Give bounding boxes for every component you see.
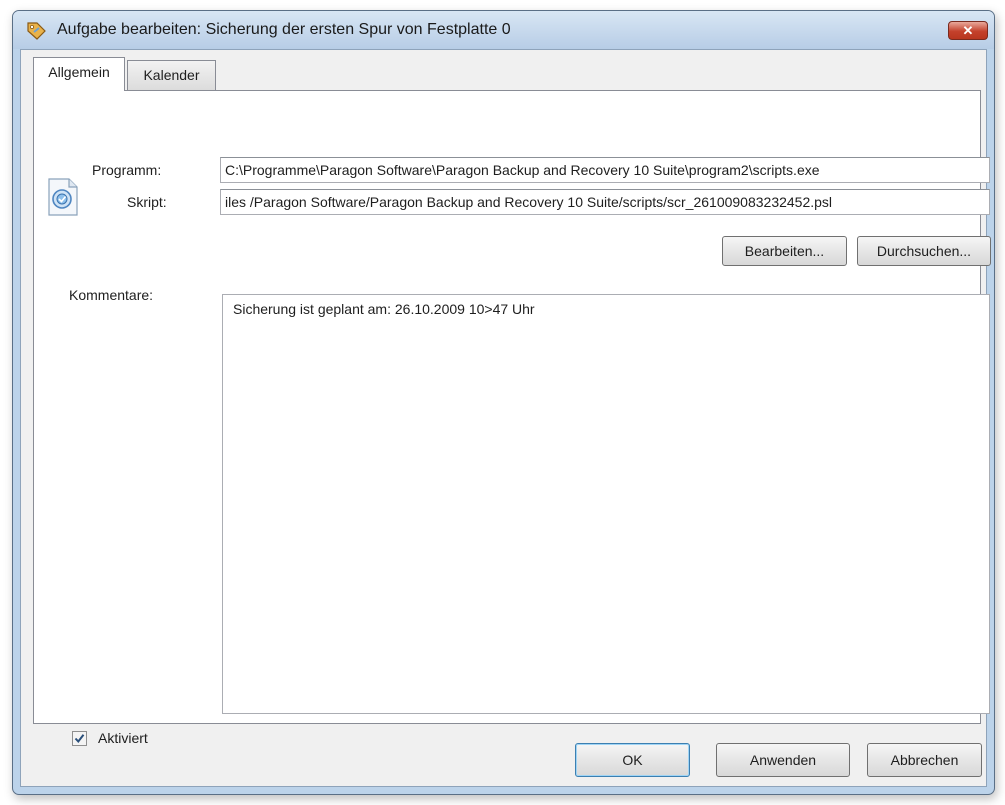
comments-label: Kommentare: (69, 287, 154, 303)
enabled-checkbox[interactable] (72, 731, 87, 746)
program-path-field[interactable]: C:\Programme\Paragon Software\Paragon Ba… (220, 157, 990, 183)
general-tab-panel: Programm: C:\Programme\Paragon Software\… (33, 90, 991, 746)
title-bar[interactable]: Aufgabe bearbeiten: Sicherung der ersten… (13, 11, 994, 49)
ok-button[interactable]: OK (575, 743, 690, 777)
tab-kalender[interactable]: Kalender (127, 60, 216, 90)
edit-button[interactable]: Bearbeiten... (722, 236, 847, 266)
cancel-button[interactable]: Abbrechen (867, 743, 982, 777)
tab-allgemein[interactable]: Allgemein (33, 57, 125, 91)
close-button[interactable]: ✕ (948, 21, 988, 40)
enabled-label: Aktiviert (98, 730, 148, 746)
script-label: Skript: (127, 194, 167, 210)
script-file-icon (46, 177, 80, 217)
program-label: Programm: (92, 162, 162, 178)
tag-icon (25, 20, 47, 42)
window-title: Aufgabe bearbeiten: Sicherung der ersten… (57, 21, 511, 38)
script-path-field[interactable]: iles /Paragon Software/Paragon Backup an… (220, 189, 990, 215)
dialog-body: Allgemein Kalender Programm: C:\Programm… (20, 49, 991, 787)
edit-task-dialog: Aufgabe bearbeiten: Sicherung der ersten… (12, 10, 995, 795)
comments-textarea[interactable]: Sicherung ist geplant am: 26.10.2009 10>… (222, 294, 990, 714)
browse-button[interactable]: Durchsuchen... (857, 236, 991, 266)
apply-button[interactable]: Anwenden (716, 743, 850, 777)
